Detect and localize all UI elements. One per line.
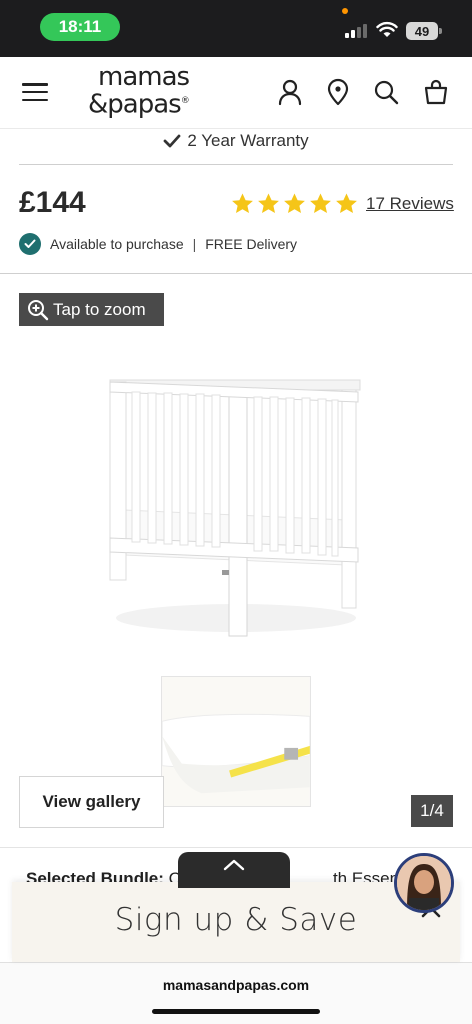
divider xyxy=(0,273,472,274)
chat-assistant-avatar[interactable] xyxy=(394,853,454,913)
browser-address-bar[interactable]: mamasandpapas.com xyxy=(0,962,472,1024)
expand-panel-tab[interactable] xyxy=(178,852,290,888)
status-bar: 18:11 49 xyxy=(0,0,472,57)
chevron-up-icon xyxy=(223,859,245,871)
menu-icon[interactable] xyxy=(22,81,48,103)
bag-icon[interactable] xyxy=(422,78,450,106)
store-locator-icon[interactable] xyxy=(324,78,352,106)
view-gallery-button[interactable]: View gallery xyxy=(19,776,164,828)
product-image-cot[interactable] xyxy=(96,370,376,650)
availability-row: Available to purchase | FREE Delivery xyxy=(19,232,297,256)
tap-to-zoom-button[interactable]: Tap to zoom xyxy=(19,293,164,326)
star-icon xyxy=(258,193,279,213)
browser-url[interactable]: mamasandpapas.com xyxy=(0,977,472,993)
battery-tip xyxy=(439,28,442,34)
rating-stars[interactable] xyxy=(230,192,359,216)
brand-logo[interactable]: mamas &papas® xyxy=(88,62,218,121)
divider xyxy=(19,164,453,165)
status-time: 18:11 xyxy=(40,13,120,41)
signup-title[interactable]: Sign up & Save xyxy=(12,902,460,938)
account-icon[interactable] xyxy=(276,78,304,106)
checkmark-icon xyxy=(163,134,181,148)
star-icon xyxy=(232,193,253,213)
logo-registered-mark: ® xyxy=(180,96,190,106)
warranty-text: 2 Year Warranty xyxy=(187,131,309,150)
signal-icon xyxy=(345,24,367,38)
logo-line-2: &papas® xyxy=(88,89,218,120)
reviews-link[interactable]: 17 Reviews xyxy=(366,194,454,214)
assistant-portrait xyxy=(397,856,451,910)
site-header: mamas &papas® xyxy=(0,57,472,129)
divider xyxy=(0,847,472,848)
gallery-counter: 1/4 xyxy=(411,795,453,827)
home-indicator[interactable] xyxy=(152,1009,320,1014)
availability-text: Available to purchase xyxy=(50,236,184,252)
gallery-thumbnail-mattress[interactable] xyxy=(161,676,311,807)
warranty-row: 2 Year Warranty xyxy=(0,128,472,154)
availability-separator: | xyxy=(192,236,197,252)
product-price: £144 xyxy=(19,186,86,219)
search-icon[interactable] xyxy=(372,78,400,106)
logo-line-2-text: &papas xyxy=(88,89,182,120)
star-icon xyxy=(310,193,331,213)
wifi-icon xyxy=(376,21,398,37)
tap-to-zoom-label: Tap to zoom xyxy=(53,299,146,319)
available-check-icon xyxy=(19,233,41,255)
zoom-in-icon xyxy=(28,299,49,320)
privacy-indicator-dot xyxy=(342,8,348,14)
logo-line-1: mamas xyxy=(98,62,190,92)
battery-icon: 49 xyxy=(406,22,438,40)
star-icon xyxy=(284,193,305,213)
star-icon xyxy=(336,193,357,213)
delivery-text: FREE Delivery xyxy=(205,236,298,252)
signup-banner[interactable]: Sign up & Save xyxy=(12,882,460,962)
